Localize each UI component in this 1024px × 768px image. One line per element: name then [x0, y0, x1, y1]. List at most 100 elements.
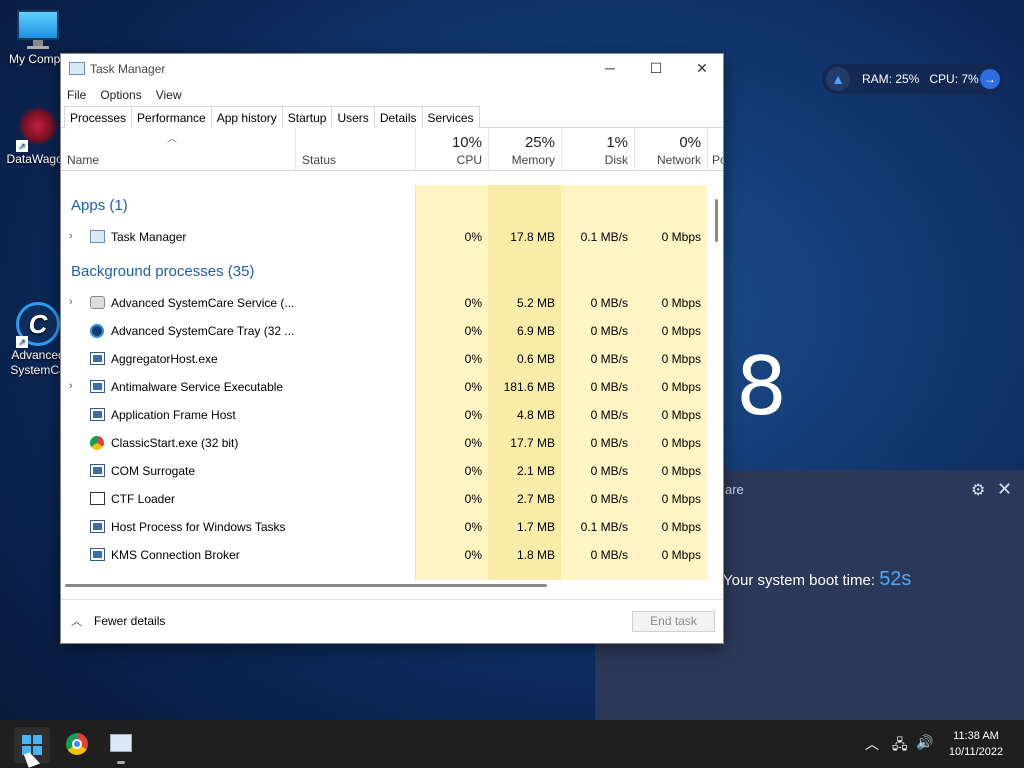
- process-network: 0 Mbps: [661, 324, 701, 338]
- process-network: 0 Mbps: [661, 492, 701, 506]
- process-disk: 0.1 MB/s: [580, 520, 628, 534]
- chevron-up-icon[interactable]: ︿: [71, 613, 82, 629]
- title-bar[interactable]: Task Manager ─ ☐ ✕: [61, 54, 723, 84]
- process-name: Advanced SystemCare Service (...: [111, 296, 295, 310]
- column-cpu-label: CPU: [456, 153, 482, 167]
- arrow-right-icon[interactable]: →: [980, 69, 1000, 89]
- process-row[interactable]: COM Surrogate 0% 2.1 MB 0 MB/s 0 Mbps: [61, 457, 707, 485]
- process-name: KMS Connection Broker: [111, 548, 240, 562]
- column-disk-label: Disk: [604, 153, 628, 167]
- process-row[interactable]: Host Process for Windows Tasks 0% 1.7 MB 0.…: [61, 513, 707, 541]
- column-header-disk[interactable]: 1% Disk: [561, 128, 634, 171]
- process-disk: 0 MB/s: [590, 436, 628, 450]
- volume-icon[interactable]: 🔊: [916, 734, 933, 751]
- close-icon[interactable]: ✕: [997, 479, 1012, 500]
- column-header-status[interactable]: Status: [295, 128, 415, 171]
- process-row[interactable]: › Advanced SystemCare Service (... 0% 5.2 M…: [61, 289, 707, 317]
- process-row[interactable]: ClassicStart.exe (32 bit) 0% 17.7 MB 0 MB/s…: [61, 429, 707, 457]
- column-header-cpu[interactable]: 10% CPU: [415, 128, 488, 171]
- tab-performance[interactable]: Performance: [131, 106, 212, 128]
- column-header-network[interactable]: 0% Network: [634, 128, 707, 171]
- process-memory: 4.8 MB: [516, 408, 555, 422]
- process-row[interactable]: Application Frame Host 0% 4.8 MB 0 MB/s 0 Mb…: [61, 401, 707, 429]
- process-icon: [90, 230, 105, 243]
- maximize-button[interactable]: ☐: [633, 54, 679, 84]
- process-row[interactable]: CTF Loader 0% 2.7 MB 0 MB/s 0 Mbps: [61, 485, 707, 513]
- chrome-icon[interactable]: [66, 733, 88, 755]
- column-power-label: Po: [712, 153, 723, 167]
- group-background[interactable]: Background processes (35): [61, 251, 707, 289]
- chevron-up-icon[interactable]: ︿: [865, 734, 879, 754]
- process-row[interactable]: › Task Manager 0% 17.8 MB 0.1 MB/s 0 Mbps: [61, 223, 707, 251]
- clock-date: 10/11/2022: [948, 746, 1004, 758]
- task-manager-taskbar-icon[interactable]: [110, 734, 132, 752]
- scrollbar-thumb[interactable]: [65, 584, 547, 587]
- tab-services[interactable]: Services: [421, 106, 480, 128]
- process-network: 0 Mbps: [661, 352, 701, 366]
- process-cpu: 0%: [464, 408, 482, 422]
- process-memory: 2.7 MB: [516, 492, 555, 506]
- clock[interactable]: 11:38 AM 10/11/2022: [936, 728, 1016, 760]
- taskbar: ︿ 🖧 🔊 11:38 AM 10/11/2022: [0, 720, 1024, 768]
- tab-details[interactable]: Details: [373, 106, 423, 128]
- process-row[interactable]: AggregatorHost.exe 0% 0.6 MB 0 MB/s 0 Mbps: [61, 345, 707, 373]
- end-task-button[interactable]: End task: [632, 611, 715, 632]
- process-disk: 0 MB/s: [590, 296, 628, 310]
- column-header-power[interactable]: Po: [707, 128, 723, 171]
- computer-icon: [17, 10, 59, 50]
- system-monitor-widget[interactable]: ▲ RAM: 25% CPU: 7% →: [822, 64, 1004, 94]
- tab-startup[interactable]: Startup: [281, 106, 333, 128]
- process-network: 0 Mbps: [661, 296, 701, 310]
- menu-file[interactable]: File: [67, 88, 86, 102]
- column-header-name[interactable]: Name: [61, 128, 295, 171]
- process-icon: [90, 436, 104, 450]
- process-icon: [90, 520, 105, 533]
- process-memory: 5.2 MB: [516, 296, 555, 310]
- process-name: COM Surrogate: [111, 464, 196, 478]
- process-icon: [90, 548, 105, 561]
- ram-usage: RAM: 25%: [862, 72, 920, 86]
- fewer-details-link[interactable]: Fewer details: [94, 614, 165, 628]
- shortcut-arrow-icon: ↗: [16, 336, 28, 348]
- minimize-button[interactable]: ─: [587, 54, 633, 84]
- group-label: Background processes (35): [71, 263, 255, 280]
- menu-view[interactable]: View: [156, 88, 182, 102]
- process-name: Task Manager: [111, 230, 187, 244]
- process-row[interactable]: KMS Connection Broker 0% 1.8 MB 0 MB/s 0 Mbp…: [61, 541, 707, 569]
- clock-time: 11:38 AM: [953, 730, 999, 742]
- process-network: 0 Mbps: [661, 230, 701, 244]
- boot-time-value: 52s: [879, 568, 912, 590]
- network-total-percent: 0%: [679, 134, 701, 151]
- menu-options[interactable]: Options: [100, 88, 141, 102]
- menu-bar: File Options View: [61, 84, 723, 106]
- process-row[interactable]: Advanced SystemCare Tray (32 ... 0% 6.9 MB…: [61, 317, 707, 345]
- tab-bar: Processes Performance App history Startu…: [61, 106, 723, 129]
- process-network: 0 Mbps: [661, 520, 701, 534]
- close-button[interactable]: ✕: [679, 54, 725, 84]
- process-cpu: 0%: [464, 436, 482, 450]
- process-name: ClassicStart.exe (32 bit): [111, 436, 239, 450]
- process-icon: [90, 296, 105, 309]
- gear-icon[interactable]: ⚙: [971, 480, 985, 500]
- network-icon[interactable]: 🖧: [892, 734, 908, 758]
- chevron-right-icon[interactable]: ›: [69, 380, 73, 392]
- process-memory: 17.8 MB: [510, 230, 555, 244]
- process-network: 0 Mbps: [661, 464, 701, 478]
- process-icon: [90, 464, 105, 477]
- process-cpu: 0%: [464, 520, 482, 534]
- process-rows: Apps (1) › Task Manager 0% 17.8 MB 0.1 MB/s 0…: [61, 185, 707, 569]
- process-cpu: 0%: [464, 548, 482, 562]
- group-apps[interactable]: Apps (1): [61, 185, 707, 223]
- tab-users[interactable]: Users: [331, 106, 375, 128]
- cpu-usage: CPU: 7%: [929, 72, 979, 86]
- horizontal-scrollbar[interactable]: [61, 580, 707, 590]
- tab-app-history[interactable]: App history: [210, 106, 283, 128]
- rocket-icon[interactable]: ▲: [826, 67, 850, 91]
- chevron-right-icon[interactable]: ›: [69, 230, 73, 242]
- process-cpu: 0%: [464, 324, 482, 338]
- vertical-scrollbar-thumb[interactable]: [715, 199, 718, 242]
- chevron-right-icon[interactable]: ›: [69, 296, 73, 308]
- process-row[interactable]: › Antimalware Service Executable 0% 181.6 M…: [61, 373, 707, 401]
- column-header-memory[interactable]: 25% Memory: [488, 128, 561, 171]
- tab-processes[interactable]: Processes: [64, 106, 133, 129]
